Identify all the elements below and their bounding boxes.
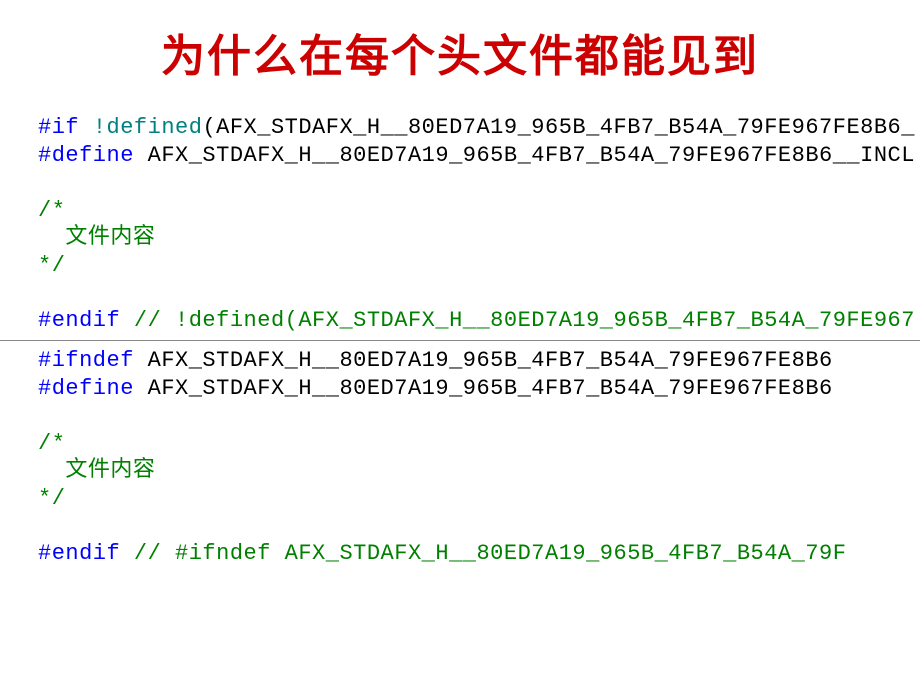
- divider: [0, 340, 920, 341]
- slide-title: 为什么在每个头文件都能见到: [0, 20, 920, 84]
- comment-line: // !defined(AFX_STDAFX_H__80ED7A19_965B_…: [134, 308, 915, 333]
- keyword-define: #define: [38, 376, 148, 401]
- keyword-defined: !defined: [93, 115, 203, 140]
- keyword-endif: #endif: [38, 541, 134, 566]
- comment-start: /*: [38, 431, 65, 456]
- macro-text: AFX_STDAFX_H__80ED7A19_965B_4FB7_B54A_79…: [148, 348, 833, 373]
- macro-text: AFX_STDAFX_H__80ED7A19_965B_4FB7_B54A_79…: [148, 143, 915, 168]
- comment-body: 文件内容: [38, 458, 155, 483]
- comment-body: 文件内容: [38, 225, 155, 250]
- code-block-1: #if !defined(AFX_STDAFX_H__80ED7A19_965B…: [0, 114, 920, 334]
- keyword-define: #define: [38, 143, 148, 168]
- keyword-ifndef: #ifndef: [38, 348, 148, 373]
- comment-end: */: [38, 253, 65, 278]
- keyword-if: #if: [38, 115, 93, 140]
- comment-end: */: [38, 486, 65, 511]
- comment-start: /*: [38, 198, 65, 223]
- macro-text: AFX_STDAFX_H__80ED7A19_965B_4FB7_B54A_79…: [148, 376, 833, 401]
- code-block-2: #ifndef AFX_STDAFX_H__80ED7A19_965B_4FB7…: [0, 347, 920, 567]
- comment-line: // #ifndef AFX_STDAFX_H__80ED7A19_965B_4…: [134, 541, 847, 566]
- keyword-endif: #endif: [38, 308, 134, 333]
- macro-text: (AFX_STDAFX_H__80ED7A19_965B_4FB7_B54A_7…: [202, 115, 915, 140]
- slide: 为什么在每个头文件都能见到 #if !defined(AFX_STDAFX_H_…: [0, 0, 920, 690]
